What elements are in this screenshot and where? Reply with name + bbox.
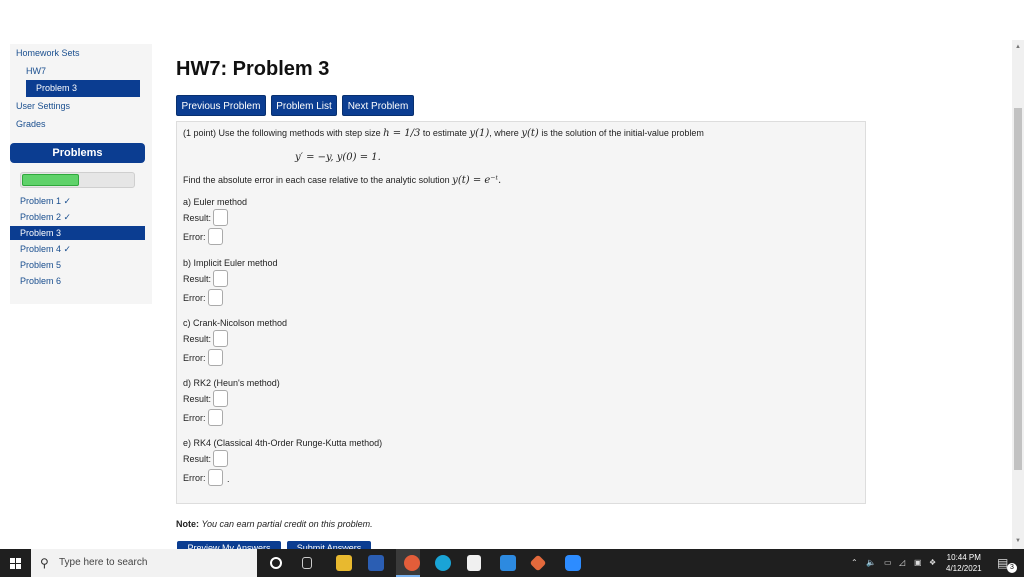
notification-badge: 3 bbox=[1007, 563, 1017, 573]
error-input[interactable] bbox=[208, 409, 223, 426]
problem-list-item[interactable]: Problem 6 bbox=[10, 274, 145, 288]
result-label: Result: bbox=[183, 454, 212, 464]
clock-time: 10:44 PM bbox=[946, 553, 981, 562]
result-label: Result: bbox=[183, 274, 212, 284]
error-label: Error: bbox=[183, 413, 206, 423]
problem-list-item[interactable]: Problem 1 ✓ bbox=[10, 194, 145, 208]
error-label: Error: bbox=[183, 232, 206, 242]
battery-icon[interactable]: ▭ bbox=[884, 549, 892, 577]
part-title: d) RK2 (Heun's method) bbox=[183, 378, 280, 388]
error-label: Error: bbox=[183, 353, 206, 363]
result-input[interactable] bbox=[213, 330, 228, 347]
error-input[interactable] bbox=[208, 289, 223, 306]
partial-credit-note: Note: You can earn partial credit on thi… bbox=[176, 519, 373, 529]
problem-list-item[interactable]: Problem 5 bbox=[10, 258, 145, 272]
part-title: e) RK4 (Classical 4th-Order Runge-Kutta … bbox=[183, 438, 383, 448]
edge-icon[interactable] bbox=[435, 555, 451, 571]
file-explorer-icon[interactable] bbox=[336, 555, 352, 571]
problem-list-button[interactable]: Problem List bbox=[271, 95, 337, 116]
notifications-icon[interactable]: ▤ bbox=[997, 549, 1008, 577]
problems-header[interactable]: Problems bbox=[10, 143, 145, 163]
task-view-icon[interactable] bbox=[302, 557, 312, 569]
sidebar: Homework Sets HW7 Problem 3 User Setting… bbox=[10, 44, 152, 304]
page-scrollbar[interactable]: ▲ ▼ bbox=[1012, 40, 1024, 549]
part-title: c) Crank-Nicolson method bbox=[183, 318, 288, 328]
problem-list-item[interactable]: Problem 3 bbox=[10, 226, 145, 240]
user-settings-link[interactable]: User Settings bbox=[16, 101, 70, 111]
clock-date: 4/12/2021 bbox=[946, 564, 982, 573]
scroll-up-arrow-icon[interactable]: ▲ bbox=[1014, 44, 1022, 50]
result-input[interactable] bbox=[213, 390, 228, 407]
problem-list-item[interactable]: Problem 4 ✓ bbox=[10, 242, 145, 256]
error-label: Error: bbox=[183, 293, 206, 303]
page-title: HW7: Problem 3 bbox=[176, 58, 330, 80]
result-input[interactable] bbox=[213, 209, 228, 226]
chrome-icon[interactable] bbox=[404, 555, 420, 571]
zoom-icon[interactable] bbox=[565, 555, 581, 571]
error-input[interactable] bbox=[208, 228, 223, 245]
problem-instruction: Find the absolute error in each case rel… bbox=[183, 175, 502, 186]
volume-icon[interactable]: 🔈 bbox=[866, 549, 876, 577]
part-title: b) Implicit Euler method bbox=[183, 258, 278, 268]
meet-now-icon[interactable]: ▣ bbox=[914, 549, 922, 577]
trailing-period: . bbox=[227, 474, 230, 484]
progress-bar bbox=[20, 172, 135, 188]
error-input[interactable] bbox=[208, 349, 223, 366]
result-input[interactable] bbox=[213, 450, 228, 467]
result-label: Result: bbox=[183, 394, 212, 404]
search-icon: ⚲ bbox=[40, 556, 49, 570]
show-hidden-icons-icon[interactable]: ⌃ bbox=[851, 549, 858, 577]
search-placeholder: Type here to search bbox=[59, 557, 148, 568]
wifi-icon[interactable]: ◿ bbox=[899, 549, 905, 577]
result-label: Result: bbox=[183, 213, 212, 223]
word-icon[interactable] bbox=[368, 555, 384, 571]
problem-intro: (1 point) Use the following methods with… bbox=[183, 128, 704, 139]
part-title: a) Euler method bbox=[183, 197, 248, 207]
progress-fill bbox=[22, 174, 79, 186]
taskbar-clock[interactable]: 10:44 PM 4/12/2021 bbox=[946, 552, 982, 574]
windows-start-icon[interactable] bbox=[10, 558, 21, 569]
result-label: Result: bbox=[183, 334, 212, 344]
scroll-thumb[interactable] bbox=[1014, 108, 1022, 470]
mail-icon[interactable] bbox=[500, 555, 516, 571]
problem-list-item[interactable]: Problem 2 ✓ bbox=[10, 210, 145, 224]
error-label: Error: bbox=[183, 473, 206, 483]
result-input[interactable] bbox=[213, 270, 228, 287]
next-problem-button[interactable]: Next Problem bbox=[342, 95, 414, 116]
submit-answers-button[interactable]: Submit Answers bbox=[287, 541, 371, 549]
matlab-icon[interactable] bbox=[529, 554, 547, 572]
hw7-link[interactable]: HW7 bbox=[26, 66, 46, 76]
windows-taskbar: ⚲ Type here to search ⌃ 🔈 ▭ ◿ ▣ ❖ 10:44 … bbox=[0, 549, 1024, 577]
current-problem-link[interactable]: Problem 3 bbox=[26, 80, 140, 97]
preview-answers-button[interactable]: Preview My Answers bbox=[177, 541, 281, 549]
grades-link[interactable]: Grades bbox=[16, 119, 46, 129]
previous-problem-button[interactable]: Previous Problem bbox=[176, 95, 266, 116]
browser-page: Homework Sets HW7 Problem 3 User Setting… bbox=[0, 0, 1012, 549]
homework-sets-link[interactable]: Homework Sets bbox=[16, 48, 80, 58]
taskbar-search-input[interactable]: ⚲ Type here to search bbox=[31, 549, 257, 577]
scroll-down-arrow-icon[interactable]: ▼ bbox=[1014, 538, 1022, 544]
store-icon[interactable] bbox=[467, 555, 481, 571]
ivp-equation: y′ = −y, y(0) = 1. bbox=[295, 152, 381, 163]
error-input[interactable] bbox=[208, 469, 223, 486]
dropbox-icon[interactable]: ❖ bbox=[929, 549, 936, 577]
cortana-icon[interactable] bbox=[270, 557, 282, 569]
